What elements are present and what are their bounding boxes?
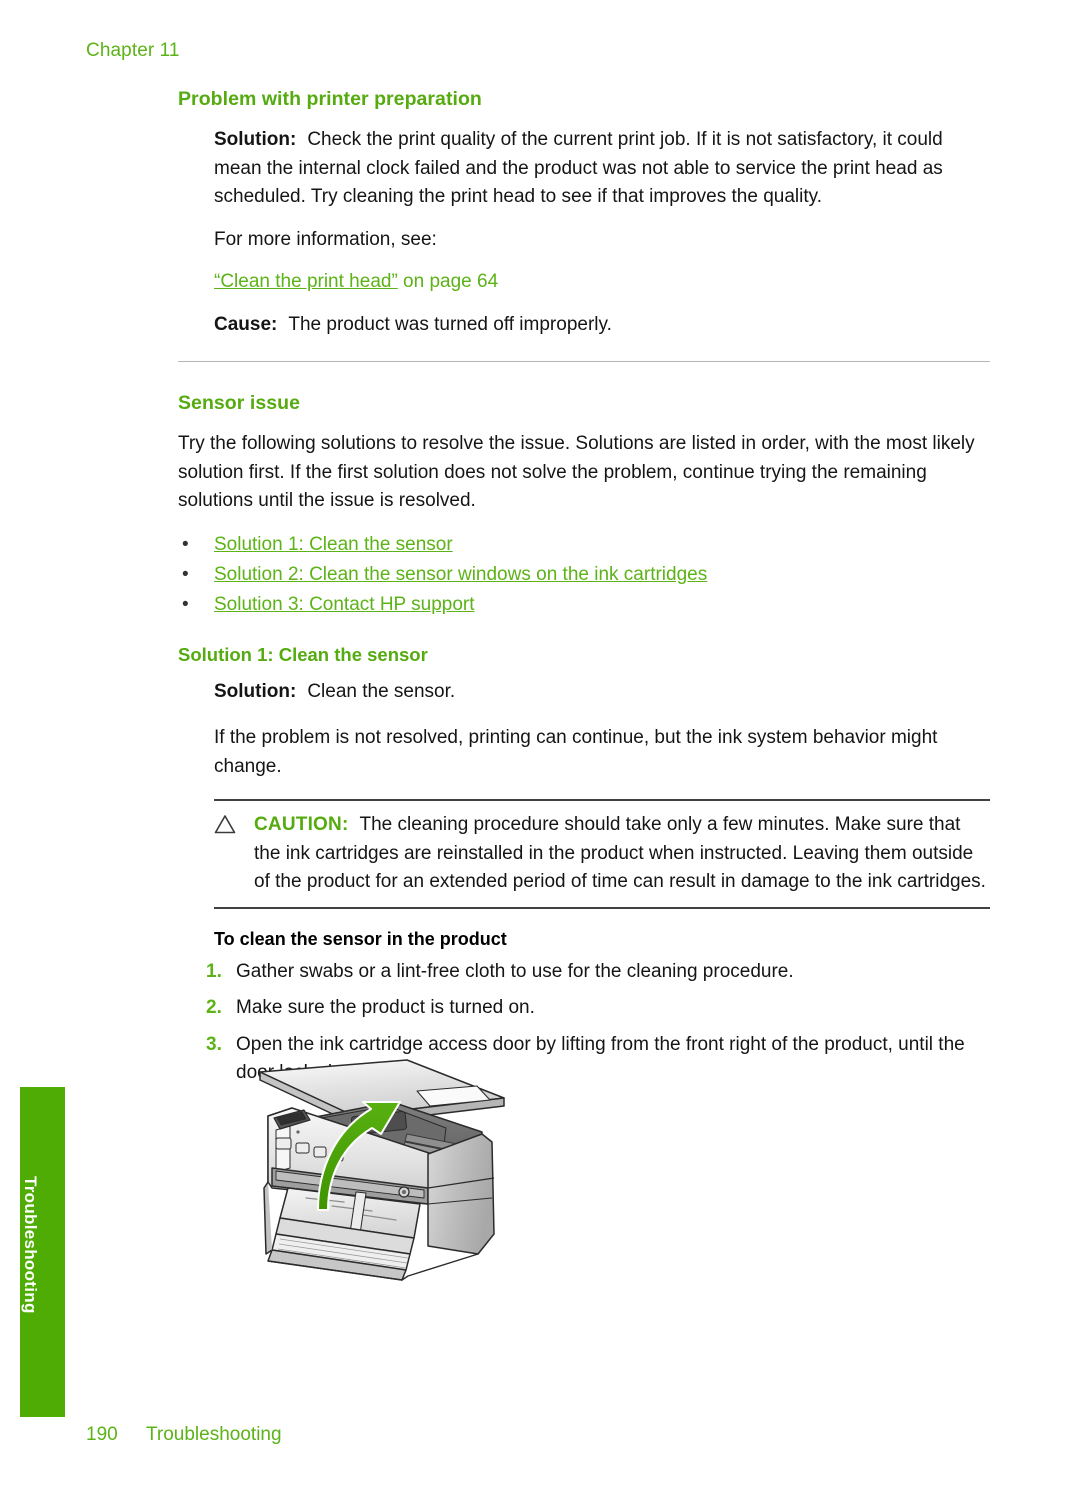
more-information-text: For more information, see: [214,228,437,250]
procedure-heading-clean-sensor: To clean the sensor in the product [214,928,507,949]
section-divider [178,361,990,362]
section-heading-sensor-issue: Sensor issue [178,392,300,414]
bullet-icon: • [182,563,189,585]
side-tab-troubleshooting: Troubleshooting [20,1087,65,1417]
list-item: • Solution 3: Contact HP support [178,590,990,620]
caution-label: CAUTION: [254,814,349,835]
solution-paragraph-solution-1: Solution: Clean the sensor. [214,678,990,707]
list-item: • Solution 1: Clean the sensor [178,530,990,560]
caution-body: The cleaning procedure should take only … [254,814,986,892]
solution-link-list: • Solution 1: Clean the sensor • Solutio… [178,530,990,620]
footer-page-number: 190 [86,1424,118,1445]
sensor-issue-intro: Try the following solutions to resolve t… [178,433,975,511]
page-footer: 190 Troubleshooting [86,1424,282,1446]
link-solution-1[interactable]: Solution 1: Clean the sensor [214,534,453,555]
page-content: Problem with printer preparation Solutio… [178,88,990,1096]
solution-paragraph-printer-prep: Solution: Check the print quality of the … [214,126,990,212]
step-text: Gather swabs or a lint-free cloth to use… [236,960,794,982]
caution-text-block: CAUTION: The cleaning procedure should ta… [254,811,990,897]
footer-section-name: Troubleshooting [146,1424,282,1445]
xref-page-tail: on page 64 [397,271,499,292]
section-heading-printer-preparation: Problem with printer preparation [178,88,482,110]
bullet-icon: • [182,593,189,615]
list-item: • Solution 2: Clean the sensor windows o… [178,560,990,590]
chapter-running-head: Chapter 11 [86,40,180,61]
printer-open-access-door-illustration [232,1058,522,1288]
solution-body: Clean the sensor. [307,680,456,702]
list-item: 2. Make sure the product is turned on. [178,994,990,1023]
cause-body: The product was turned off improperly. [288,313,612,335]
bullet-icon: • [182,533,189,555]
solution-1-note: If the problem is not resolved, printing… [214,727,938,777]
step-text: Make sure the product is turned on. [236,997,535,1018]
caution-admonition: CAUTION: The cleaning procedure should ta… [214,799,990,909]
step-number: 3. [206,1033,222,1055]
solution-label: Solution: [214,680,297,702]
xref-quoted-title: “Clean the print head” [214,271,398,292]
warning-triangle-icon [214,814,236,834]
list-item: 1. Gather swabs or a lint-free cloth to … [178,958,990,987]
cross-reference-paragraph: “Clean the print head” on page 64 [214,268,990,297]
step-number: 1. [206,960,222,982]
side-tab-label: Troubleshooting [21,1176,40,1314]
subsection-heading-solution-1: Solution 1: Clean the sensor [178,643,428,665]
step-number: 2. [206,997,222,1018]
cause-paragraph-printer-prep: Cause: The product was turned off imprope… [214,311,990,340]
link-solution-3[interactable]: Solution 3: Contact HP support [214,594,475,615]
link-clean-the-print-head[interactable]: “Clean the print head” on page 64 [214,271,498,292]
cause-label: Cause: [214,313,278,335]
solution-body: Check the print quality of the current p… [214,129,943,207]
solution-label: Solution: [214,129,297,150]
document-page: Chapter 11 Problem with printer preparat… [0,0,1080,1495]
link-solution-2[interactable]: Solution 2: Clean the sensor windows on … [214,564,707,585]
